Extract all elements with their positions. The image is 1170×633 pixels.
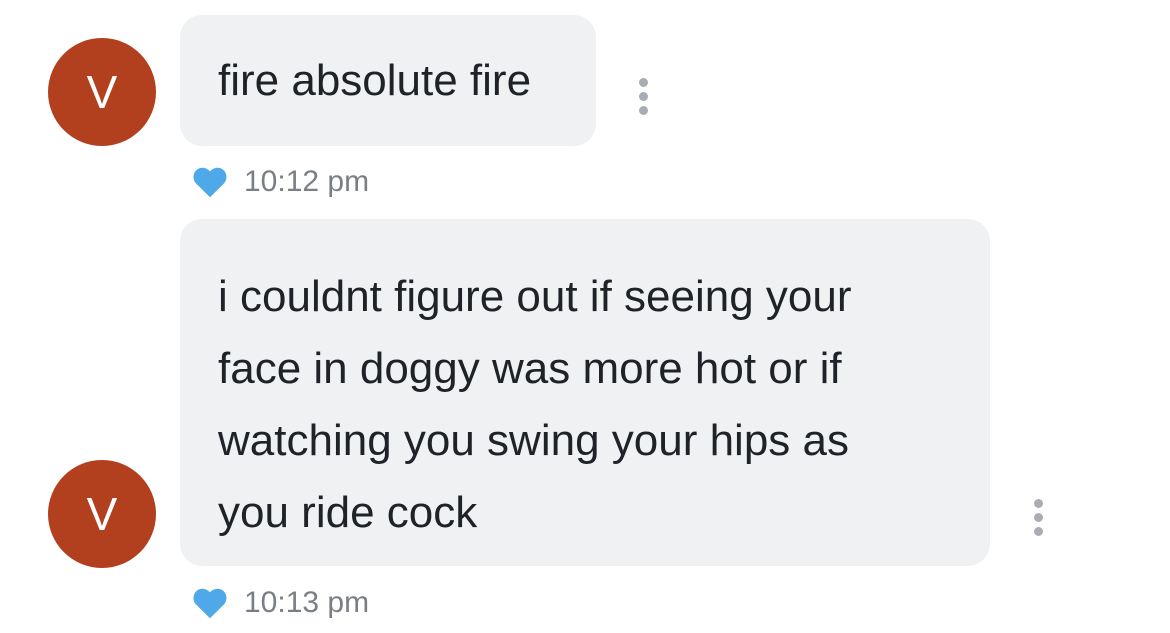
- sender-avatar[interactable]: V: [48, 460, 156, 568]
- message-meta: 10:13 pm: [192, 586, 369, 620]
- sender-avatar[interactable]: V: [48, 38, 156, 146]
- message-meta: 10:12 pm: [192, 165, 369, 199]
- more-options-icon[interactable]: [1032, 499, 1044, 536]
- more-options-icon[interactable]: [637, 78, 649, 115]
- avatar-initial: V: [86, 66, 118, 118]
- message-timestamp: 10:12 pm: [244, 165, 370, 198]
- message-bubble[interactable]: i couldnt figure out if seeing your face…: [180, 219, 990, 566]
- heart-icon[interactable]: [192, 166, 228, 198]
- message-timestamp: 10:13 pm: [244, 586, 370, 619]
- chat-thread: V fire absolute fire 10:12 pm V i couldn…: [0, 0, 1170, 633]
- message-bubble[interactable]: fire absolute fire: [180, 15, 596, 146]
- message-text: i couldnt figure out if seeing your face…: [218, 272, 852, 537]
- message-text: fire absolute fire: [218, 56, 532, 105]
- avatar-initial: V: [86, 488, 118, 540]
- heart-icon[interactable]: [192, 587, 228, 619]
